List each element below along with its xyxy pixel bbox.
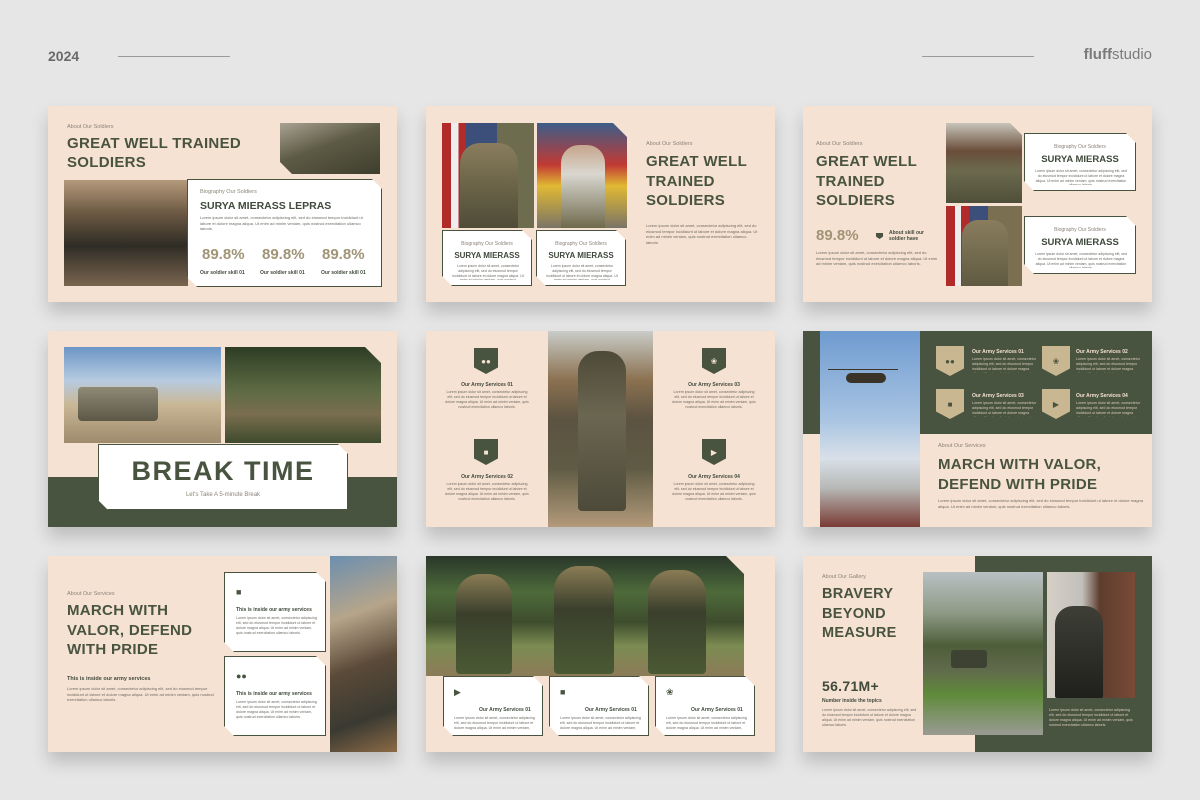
slide-kicker: About Our Soldiers	[646, 141, 693, 147]
service-card-1: ▶ Our Army Services 01 Lorem ipsum dolor…	[443, 676, 543, 736]
brand-logo: fluffstudio	[1083, 46, 1152, 63]
soldier-bio-card: Biography Our Soldiers SURYA MIERASS LEP…	[187, 179, 382, 287]
slide-6-thumbnail[interactable]: ●● Our Army Services 01 Lorem ipsum dolo…	[803, 331, 1152, 527]
soldier-window-photo	[1047, 572, 1135, 698]
year-label: 2024	[48, 48, 80, 64]
medal-icon: ❀	[702, 348, 726, 374]
slide-kicker: About Our Services	[67, 591, 115, 597]
soldier-bio-card-2: Biography Our Soldiers SURYA MIERASS Lor…	[536, 230, 626, 286]
header-divider-left	[118, 56, 230, 57]
soldier-icon: ■	[474, 439, 498, 465]
female-soldier-photo	[537, 123, 627, 228]
slide-title: MARCH WITH VALOR, DEFEND WITH PRIDE	[67, 602, 193, 658]
break-time-card: BREAK TIME Let's Take A 5-minute Break	[98, 444, 348, 510]
soldier-bio-card-1: Biography Our Soldiers SURYA MIERASS Lor…	[442, 230, 532, 286]
pilot-photo	[330, 556, 397, 752]
soldier-icon: ■	[560, 687, 566, 697]
soldier-icon: ■	[236, 587, 242, 597]
slide-1-thumbnail[interactable]: About Our Soldiers GREAT WELL TRAINED SO…	[48, 106, 397, 302]
service-card-3: ❀ Our Army Services 01 Lorem ipsum dolor…	[655, 676, 755, 736]
gallery-stat: 56.71M+	[822, 678, 879, 694]
slide-title: GREAT WELL TRAINED SOLDIERS	[646, 153, 747, 209]
slide-2-thumbnail[interactable]: Biography Our Soldiers SURYA MIERASS Lor…	[426, 106, 775, 302]
slide-title: GREAT WELL TRAINED SOLDIERS	[816, 153, 917, 209]
smiling-soldier-photo	[946, 123, 1022, 203]
armored-vehicle-photo	[923, 572, 1043, 735]
soldier-flag-photo	[442, 123, 534, 228]
medal-icon: ❀	[666, 687, 674, 697]
soldier-bio-card-2: Biography Our Soldiers SURYA MIERASS Lor…	[1024, 216, 1136, 274]
slide-kicker: About Our Soldiers	[67, 124, 114, 130]
megaphone-icon: ▶	[702, 439, 726, 465]
skill-stat-1: 89.8%	[202, 246, 245, 263]
camouflage-vehicle-photo	[225, 347, 381, 443]
ghillie-soldiers-photo	[426, 556, 744, 676]
tank-desert-photo	[64, 347, 221, 443]
slide-title: GREAT WELL TRAINED SOLDIERS	[67, 135, 242, 171]
soldier-aiming-photo	[280, 123, 380, 174]
standing-soldier-photo	[548, 331, 653, 527]
slide-5-thumbnail[interactable]: ●● Our Army Services 01 Lorem ipsum dolo…	[426, 331, 775, 527]
megaphone-icon: ▶	[454, 687, 461, 697]
soldier-portrait-photo	[64, 180, 188, 286]
service-card-2: ■ Our Army Services 01 Lorem ipsum dolor…	[549, 676, 649, 736]
soldier-bio-card-1: Biography Our Soldiers SURYA MIERASS Lor…	[1024, 133, 1136, 191]
shield-icon	[876, 233, 883, 239]
slide-7-thumbnail[interactable]: About Our Services MARCH WITH VALOR, DEF…	[48, 556, 397, 752]
slide-8-thumbnail[interactable]: ▶ Our Army Services 01 Lorem ipsum dolor…	[426, 556, 775, 752]
soldier-flag-photo-2	[946, 206, 1022, 286]
slide-subtitle: Let's Take A 5-minute Break	[185, 492, 261, 498]
helicopter-photo	[820, 331, 920, 527]
skill-stat-2: 89.8%	[262, 246, 305, 263]
slide-9-thumbnail[interactable]: About Our Gallery BRAVERY BEYOND MEASURE…	[803, 556, 1152, 752]
service-card-1: ■ This is inside our army services Lorem…	[224, 572, 326, 652]
slide-4-thumbnail[interactable]: BREAK TIME Let's Take A 5-minute Break	[48, 331, 397, 527]
service-card-2: ●● This is inside our army services Lore…	[224, 656, 326, 736]
slide-kicker: About Our Gallery	[822, 574, 867, 580]
slide-title: MARCH WITH VALOR, DEFEND WITH PRIDE	[938, 456, 1102, 493]
team-icon: ●●	[474, 348, 498, 374]
slide-title: BRAVERY BEYOND MEASURE	[822, 586, 897, 641]
team-icon: ●●	[236, 671, 247, 681]
header-divider-right	[922, 56, 1034, 57]
skill-stat: 89.8%	[816, 227, 859, 244]
slide-3-thumbnail[interactable]: About Our Soldiers GREAT WELL TRAINED SO…	[803, 106, 1152, 302]
slide-kicker: About Our Soldiers	[816, 141, 863, 147]
skill-stat-3: 89.8%	[322, 246, 365, 263]
slide-title: BREAK TIME	[131, 456, 315, 486]
slide-kicker: About Our Services	[938, 443, 986, 449]
